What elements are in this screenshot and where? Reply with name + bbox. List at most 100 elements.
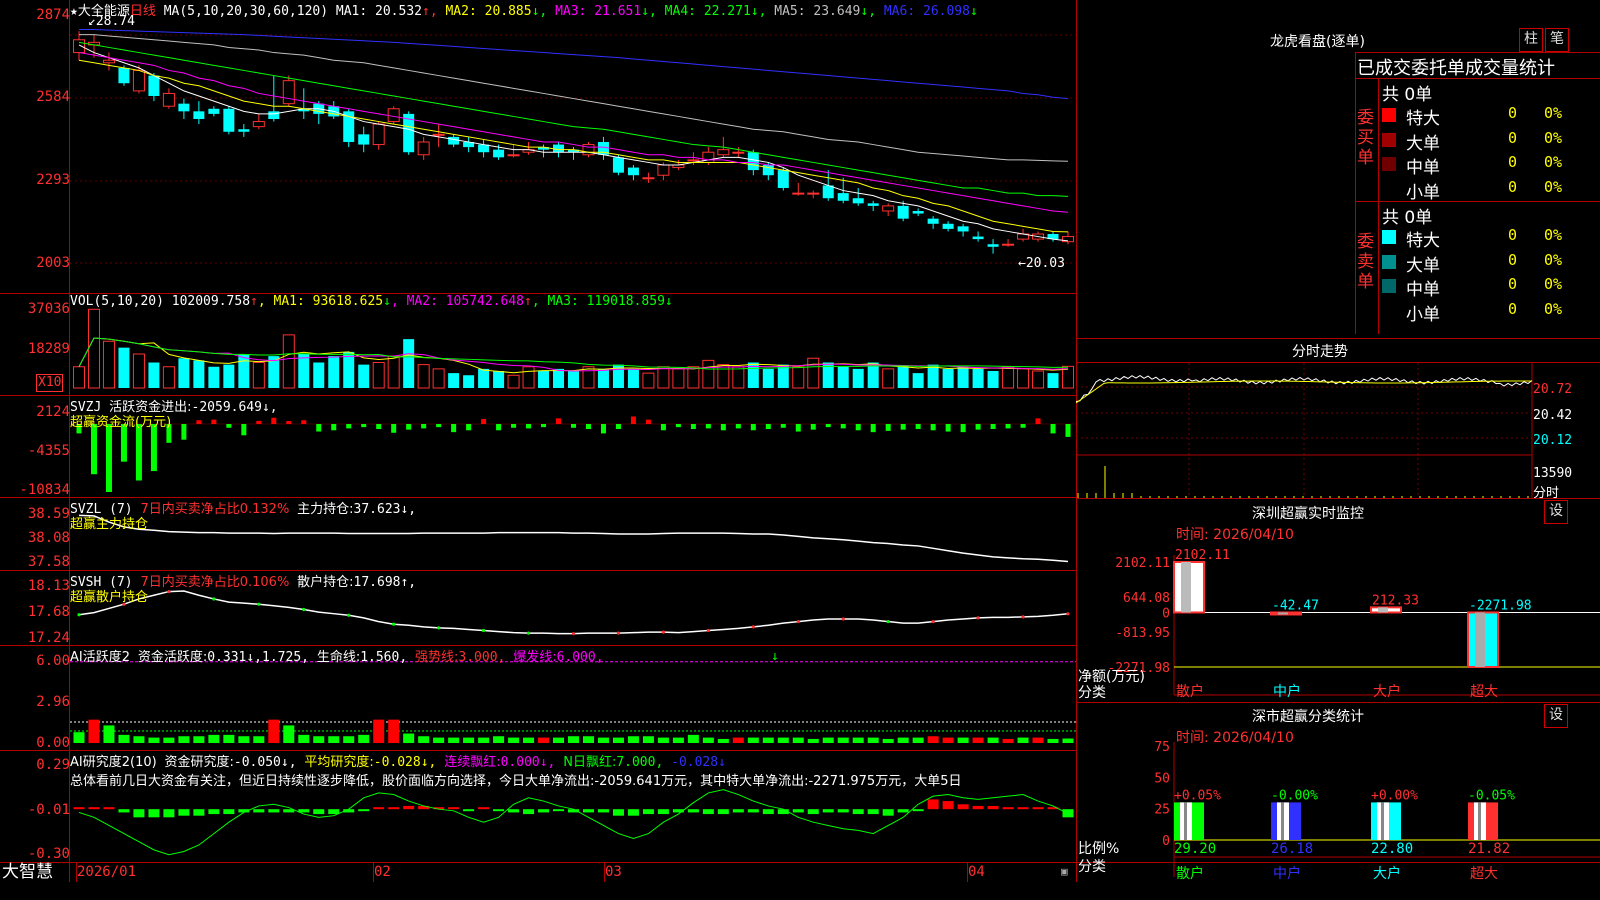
- activity-bar: [942, 737, 954, 743]
- activity-bar: [732, 737, 744, 743]
- fund-flow-bar: [271, 417, 277, 424]
- activity-bar: [672, 737, 684, 743]
- price-tick: 2874: [36, 7, 70, 23]
- vol-legend-value: 105742.648: [445, 294, 525, 309]
- tick-mode-button[interactable]: 笔: [1545, 28, 1569, 52]
- volume-bar: [343, 351, 355, 388]
- candle-body: [553, 144, 565, 153]
- activity-bar: [358, 734, 370, 743]
- ma-legend-value: 20.532: [375, 4, 422, 19]
- burst-line-value: 6.000,: [556, 650, 604, 665]
- sell-total: 共 0单: [1382, 208, 1433, 228]
- candle-body: [73, 39, 85, 54]
- favorite-star-icon[interactable]: ★: [70, 4, 78, 19]
- fund-flow-bar: [421, 424, 427, 429]
- fund-flow-bar: [855, 424, 861, 431]
- fund-flow-bar: [150, 424, 157, 472]
- order-percent: 0%: [1544, 177, 1563, 196]
- order-size-label: 中单: [1406, 158, 1440, 178]
- volume-bar: [478, 368, 490, 388]
- sell-side-text: 委卖单: [1357, 232, 1374, 292]
- fund-flow-bar: [226, 424, 232, 428]
- svsh-tick: 18.13: [27, 578, 70, 594]
- order-count: 0: [1508, 153, 1518, 171]
- research-tick: 0.29: [36, 757, 70, 773]
- fund-flow-bar: [1035, 418, 1041, 424]
- classify-chart[interactable]: 75 50 25 0 +0.05% 29.20 散户 -0.00% 26.18 中户 +0.00% 2…: [1076, 702, 1600, 882]
- volume-bar: [852, 368, 864, 388]
- activity-bar: [403, 733, 415, 743]
- ma-legend-arrow: ↓,: [641, 4, 657, 19]
- monitor-chart[interactable]: 2102.11 644.080 -813.95 -2271.98 2102.11 散户 -4…: [1076, 500, 1600, 700]
- candle-body: [208, 108, 220, 114]
- candle-body: [942, 223, 954, 229]
- research-arrow-5: ↓: [718, 755, 726, 770]
- monitor-category-label: 分类: [1078, 685, 1106, 701]
- fund-flow-bar: [361, 424, 367, 428]
- candle-body: [807, 192, 820, 195]
- fund-flow-bar: [975, 424, 981, 430]
- activity-tick: 6.00: [36, 653, 70, 669]
- fund-flow-bar: [885, 424, 891, 431]
- activity-bar: [957, 737, 969, 743]
- intraday-chart[interactable]: [1076, 363, 1600, 498]
- activity-bar: [807, 738, 819, 743]
- date-tick: 2026/01: [77, 864, 137, 880]
- date-tick-line: [373, 862, 374, 882]
- retail-holding-dot: [437, 626, 441, 630]
- volume-bar: [538, 371, 550, 388]
- activity-bar: [597, 737, 609, 743]
- activity-value-2: 1.725: [262, 650, 302, 665]
- panel-divider: [1076, 338, 1600, 339]
- activity-bar: [747, 737, 759, 743]
- candle-body: [358, 134, 370, 145]
- research-bar: [148, 809, 160, 818]
- bar-mode-button[interactable]: 柱: [1519, 28, 1543, 52]
- volume-bar: [313, 362, 325, 388]
- retail-holding-dot: [212, 597, 216, 601]
- volume-bar: [657, 366, 670, 389]
- fund-flow-bar: [750, 424, 756, 431]
- ma-legend-arrow: ↑,: [422, 4, 438, 19]
- lifeline-title: 生命线:: [316, 650, 361, 665]
- candle-body: [657, 164, 670, 176]
- activity-bar: [493, 736, 505, 743]
- activity-bar: [657, 737, 669, 743]
- research-bar: [762, 809, 774, 815]
- avg-research-title: 平均研究度:: [304, 755, 374, 770]
- activity-bar: [118, 734, 130, 743]
- research-bar: [223, 809, 235, 815]
- price-tick: 2584: [36, 89, 70, 105]
- classify-tick: 75: [1154, 740, 1170, 755]
- retail-holding-dot: [481, 628, 486, 633]
- svzl-tick: 37.58: [27, 554, 70, 570]
- candle-body: [193, 111, 205, 119]
- research-bar: [792, 809, 804, 813]
- activity-bar: [388, 719, 400, 743]
- candle-body: [432, 133, 445, 136]
- research-bar: [627, 809, 639, 816]
- volume-bar: [942, 368, 954, 388]
- candle-body: [867, 203, 879, 206]
- volume-bar: [403, 339, 415, 388]
- research-bar: [912, 809, 924, 812]
- fund-flow-bar: [436, 424, 442, 428]
- volume-bar: [148, 362, 160, 388]
- ai-activity-label: AI活跃度2: [70, 650, 130, 665]
- lock-icon[interactable]: ▣: [1061, 864, 1068, 880]
- volume-unit-badge: X10: [36, 374, 64, 392]
- activity-bar: [553, 737, 565, 743]
- vol-legend-arrow: ↓: [664, 294, 673, 309]
- candle-body: [268, 111, 280, 119]
- monitor-tick: 2102.11: [1115, 556, 1170, 571]
- research-bar: [208, 809, 220, 815]
- activity-bar: [253, 736, 265, 743]
- brand-label: 大智慧: [2, 862, 53, 882]
- candle-body: [897, 205, 909, 219]
- svsh-subtitle: 超赢散户持仓: [70, 590, 149, 605]
- research-bar: [702, 809, 714, 815]
- activity-bar: [568, 736, 579, 743]
- svzj-tick: -10834: [19, 482, 70, 498]
- volume-bar: [1047, 373, 1059, 388]
- candle-body: [387, 108, 400, 123]
